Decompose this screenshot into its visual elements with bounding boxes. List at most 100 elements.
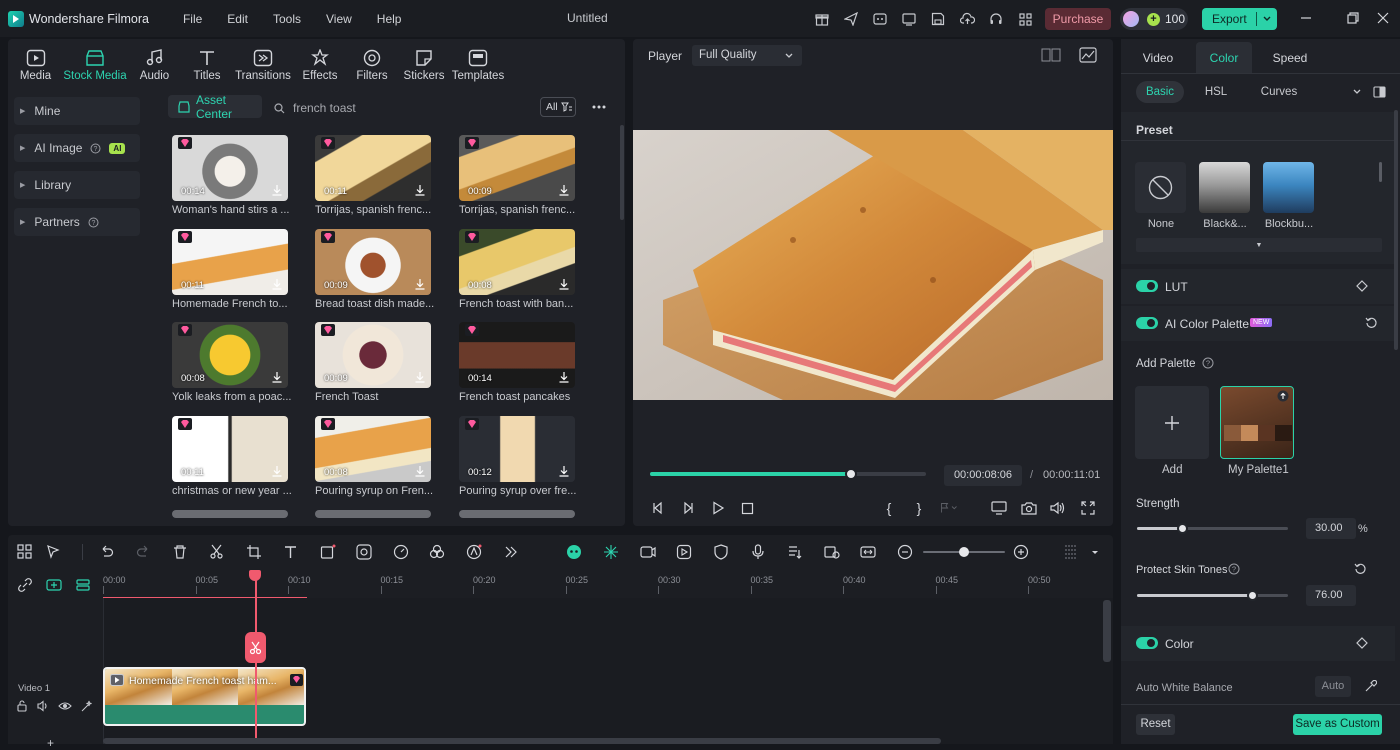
stock-thumbnail[interactable]: 00:08 — [172, 322, 288, 388]
menu-help[interactable]: Help — [377, 12, 402, 26]
stock-thumbnail[interactable]: 00:11 — [172, 229, 288, 295]
stock-thumbnail[interactable] — [459, 510, 575, 518]
display-icon[interactable] — [990, 500, 1008, 516]
send-icon[interactable] — [841, 9, 861, 29]
download-icon[interactable] — [414, 371, 426, 383]
sidebar-item-mine[interactable]: ▶ Mine — [14, 97, 140, 125]
cloud-upload-icon[interactable] — [957, 9, 977, 29]
microphone-icon[interactable] — [750, 544, 766, 560]
stock-thumbnail[interactable]: 00:11 — [172, 416, 288, 482]
save-as-custom-button[interactable]: Save as Custom — [1293, 714, 1382, 735]
menu-view[interactable]: View — [326, 12, 352, 26]
download-icon[interactable] — [414, 184, 426, 196]
monitor-icon[interactable] — [899, 9, 919, 29]
sidebar-item-library[interactable]: ▶ Library — [14, 171, 140, 199]
help-icon[interactable]: ? — [90, 143, 101, 154]
minimize-icon[interactable] — [1298, 10, 1314, 26]
split-view-icon[interactable] — [1373, 86, 1386, 98]
sidebar-item-ai-image[interactable]: ▶ AI Image? AI — [14, 134, 140, 162]
stock-thumbnail[interactable]: 00:08 — [459, 229, 575, 295]
previous-frame-icon[interactable] — [649, 500, 667, 516]
tab-filters[interactable]: Filters — [346, 39, 398, 89]
reset-icon[interactable] — [1365, 316, 1378, 329]
eyedropper-icon[interactable] — [1364, 680, 1377, 693]
tab-templates[interactable]: Templates — [450, 39, 506, 89]
text-icon[interactable] — [283, 544, 299, 560]
menu-file[interactable]: File — [183, 12, 202, 26]
track-manager-icon[interactable] — [75, 577, 91, 593]
download-icon[interactable] — [271, 371, 283, 383]
tab-stock-media[interactable]: Stock Media — [63, 39, 127, 89]
subtab-curves[interactable]: Curves — [1252, 81, 1306, 103]
shield-icon[interactable] — [713, 544, 729, 560]
more-tools-icon[interactable] — [503, 544, 519, 560]
stock-thumbnail[interactable]: 00:09 — [315, 229, 431, 295]
snapshot-chart-icon[interactable] — [1079, 47, 1097, 63]
stock-thumbnail[interactable]: 00:09 — [459, 135, 575, 201]
stock-thumbnail[interactable] — [315, 510, 431, 518]
tab-color[interactable]: Color — [1196, 42, 1252, 74]
restore-icon[interactable] — [1345, 10, 1361, 26]
stock-thumbnail[interactable]: 00:14 — [459, 322, 575, 388]
stock-thumbnail[interactable]: 00:11 — [315, 135, 431, 201]
scissors-split-icon[interactable] — [245, 632, 266, 663]
quality-dropdown[interactable]: Full Quality — [692, 45, 802, 66]
timeline-vertical-scrollbar[interactable] — [1103, 600, 1111, 662]
media-scrollbar[interactable] — [620, 125, 624, 220]
auto-button[interactable]: Auto — [1315, 676, 1351, 697]
expand-presets-icon[interactable]: ▼ — [1136, 238, 1382, 252]
search-input[interactable]: french toast — [274, 101, 356, 115]
tab-video[interactable]: Video — [1128, 45, 1188, 71]
color-toggle[interactable] — [1136, 637, 1158, 649]
chevron-down-icon[interactable] — [1087, 544, 1103, 560]
strength-value[interactable]: 30.00 — [1306, 518, 1356, 539]
zoom-out-icon[interactable] — [897, 544, 913, 560]
preset-black-white[interactable] — [1199, 162, 1250, 213]
stop-icon[interactable] — [738, 500, 756, 516]
close-icon[interactable] — [1375, 10, 1391, 26]
record-voice-icon[interactable] — [640, 544, 656, 560]
tab-audio[interactable]: Audio — [127, 39, 182, 89]
track-volume-icon[interactable] — [35, 698, 51, 714]
help-icon[interactable]: ? — [1202, 357, 1214, 369]
preset-none[interactable] — [1135, 162, 1186, 213]
download-icon[interactable] — [271, 184, 283, 196]
replace-clip-icon[interactable] — [824, 544, 840, 560]
marker-icon[interactable] — [940, 500, 958, 516]
tab-speed[interactable]: Speed — [1260, 45, 1320, 71]
layout-grid-icon[interactable] — [17, 544, 33, 560]
undo-icon[interactable] — [99, 544, 115, 560]
tab-transitions[interactable]: Transitions — [232, 39, 294, 89]
tab-media[interactable]: Media — [8, 39, 63, 89]
menu-tools[interactable]: Tools — [273, 12, 301, 26]
current-time[interactable]: 00:00:08:06 — [944, 465, 1022, 486]
download-icon[interactable] — [558, 278, 570, 290]
download-icon[interactable] — [414, 278, 426, 290]
magic-wand-icon[interactable] — [79, 698, 95, 714]
subtab-hsl[interactable]: HSL — [1196, 81, 1236, 103]
download-icon[interactable] — [271, 465, 283, 477]
purchase-button[interactable]: Purchase — [1045, 8, 1111, 30]
ai-copilot-icon[interactable] — [870, 9, 890, 29]
tab-stickers[interactable]: Stickers — [398, 39, 450, 89]
stock-thumbnail[interactable] — [172, 510, 288, 518]
stock-thumbnail[interactable]: 00:08 — [315, 416, 431, 482]
ai-palette-toggle[interactable] — [1136, 317, 1158, 329]
fullscreen-icon[interactable] — [1079, 500, 1097, 516]
keyframe-diamond-icon[interactable] — [1356, 637, 1368, 649]
menu-edit[interactable]: Edit — [227, 12, 248, 26]
auto-ripple-icon[interactable] — [603, 544, 619, 560]
play-icon[interactable] — [709, 500, 727, 516]
filter-dropdown[interactable]: All — [540, 97, 576, 117]
render-preview-icon[interactable] — [676, 544, 692, 560]
strength-slider[interactable] — [1137, 523, 1288, 534]
zoom-in-icon[interactable] — [1013, 544, 1029, 560]
save-icon[interactable] — [928, 9, 948, 29]
compare-view-icon[interactable] — [1041, 48, 1061, 62]
fit-timeline-icon[interactable] — [860, 544, 876, 560]
download-icon[interactable] — [414, 465, 426, 477]
speed-icon[interactable] — [393, 544, 409, 560]
headset-icon[interactable] — [986, 9, 1006, 29]
timeline-horizontal-scrollbar[interactable] — [103, 738, 941, 744]
stock-thumbnail[interactable]: 00:12 — [459, 416, 575, 482]
